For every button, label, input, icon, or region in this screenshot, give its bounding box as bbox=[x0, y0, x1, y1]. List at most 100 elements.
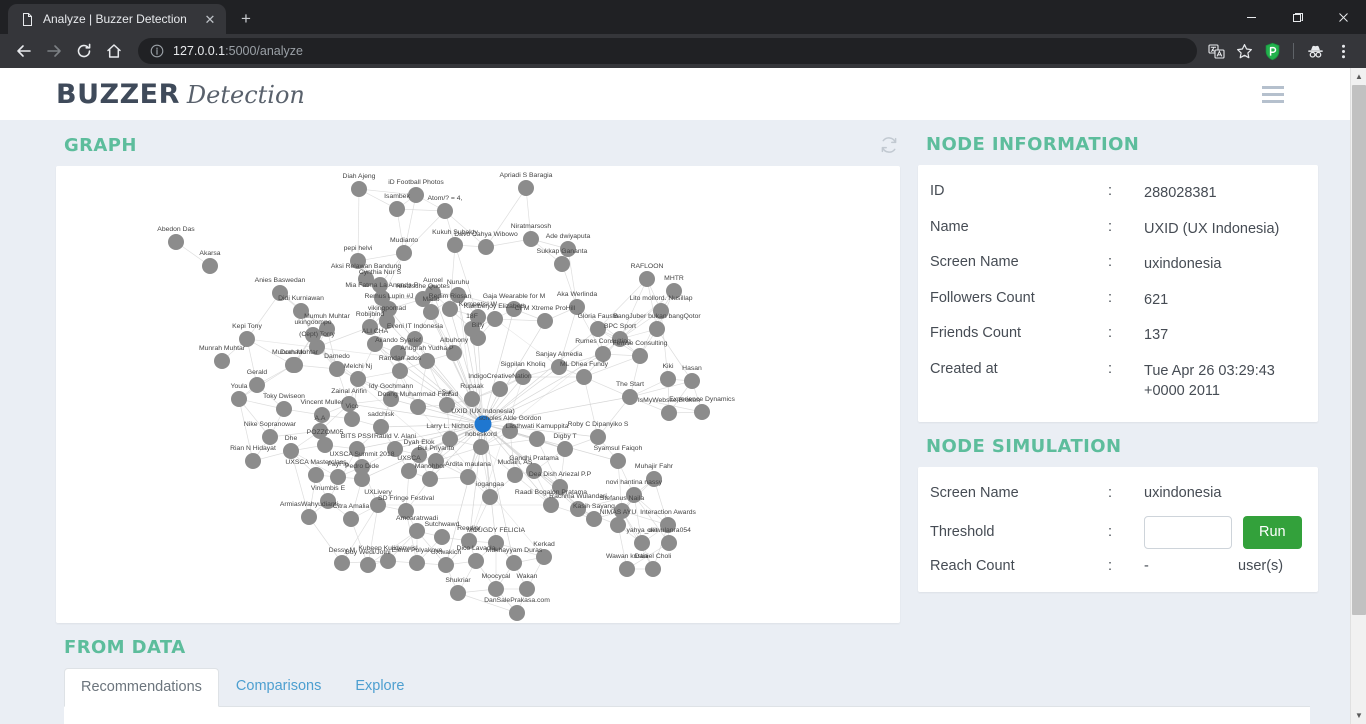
graph-node[interactable] bbox=[343, 511, 359, 527]
graph-node[interactable] bbox=[523, 231, 539, 247]
graph-node[interactable] bbox=[487, 311, 503, 327]
shield-icon[interactable] bbox=[1259, 38, 1285, 64]
graph-node[interactable] bbox=[408, 187, 424, 203]
graph-node[interactable] bbox=[694, 404, 710, 420]
graph-node[interactable] bbox=[464, 391, 480, 407]
graph-node[interactable] bbox=[509, 605, 525, 621]
graph-node[interactable] bbox=[442, 301, 458, 317]
graph-node[interactable] bbox=[482, 489, 498, 505]
graph-node[interactable] bbox=[488, 581, 504, 597]
three-dot-menu-icon[interactable] bbox=[1330, 38, 1356, 64]
graph-canvas[interactable]: Abedon Das Akarsa Anies Baswedan Didi Kurni… bbox=[56, 166, 900, 623]
reload-icon[interactable] bbox=[70, 37, 98, 65]
graph-node[interactable] bbox=[519, 581, 535, 597]
graph-node[interactable] bbox=[438, 557, 454, 573]
graph-node[interactable] bbox=[460, 469, 476, 485]
graph-node[interactable] bbox=[168, 234, 184, 250]
graph-node[interactable] bbox=[639, 271, 655, 287]
graph-node[interactable] bbox=[595, 346, 611, 362]
refresh-icon[interactable] bbox=[878, 134, 900, 156]
graph-node[interactable] bbox=[389, 201, 405, 217]
graph-node[interactable] bbox=[506, 555, 522, 571]
graph-node[interactable] bbox=[409, 555, 425, 571]
graph-node[interactable] bbox=[329, 361, 345, 377]
graph-node[interactable] bbox=[410, 399, 426, 415]
graph-node[interactable] bbox=[649, 321, 665, 337]
graph-node[interactable] bbox=[422, 471, 438, 487]
tab-recommendations[interactable]: Recommendations bbox=[64, 668, 219, 707]
plus-icon[interactable]: + bbox=[232, 5, 260, 33]
scrollbar-thumb[interactable] bbox=[1352, 85, 1366, 615]
graph-node[interactable] bbox=[468, 553, 484, 569]
translate-icon[interactable] bbox=[1203, 38, 1229, 64]
home-icon[interactable] bbox=[100, 37, 128, 65]
graph-node[interactable] bbox=[447, 237, 463, 253]
graph-node[interactable] bbox=[634, 535, 650, 551]
graph-node[interactable] bbox=[351, 181, 367, 197]
browser-tab[interactable]: Analyze | Buzzer Detection ✕ bbox=[8, 4, 226, 34]
graph-node[interactable] bbox=[301, 509, 317, 525]
minimize-icon[interactable] bbox=[1228, 0, 1274, 34]
app-logo[interactable]: BUZZER Detection bbox=[56, 79, 305, 110]
graph-node[interactable] bbox=[660, 371, 676, 387]
graph-node[interactable] bbox=[529, 431, 545, 447]
address-bar[interactable]: 127.0.0.1:5000/analyze bbox=[138, 38, 1197, 64]
threshold-input[interactable] bbox=[1144, 515, 1232, 549]
graph-node[interactable] bbox=[350, 371, 366, 387]
graph-node[interactable] bbox=[249, 377, 265, 393]
graph-node[interactable] bbox=[492, 381, 508, 397]
graph-node[interactable] bbox=[262, 429, 278, 445]
graph-node[interactable] bbox=[590, 429, 606, 445]
run-button[interactable]: Run bbox=[1243, 515, 1302, 549]
graph-node[interactable] bbox=[661, 405, 677, 421]
graph-node[interactable] bbox=[450, 585, 466, 601]
graph-node[interactable] bbox=[645, 561, 661, 577]
graph-node[interactable] bbox=[632, 348, 648, 364]
scroll-up-icon[interactable]: ▲ bbox=[1351, 68, 1366, 85]
graph-node[interactable] bbox=[308, 467, 324, 483]
tab-comparisons[interactable]: Comparisons bbox=[219, 667, 338, 706]
close-window-icon[interactable] bbox=[1320, 0, 1366, 34]
graph-node[interactable] bbox=[231, 391, 247, 407]
graph-node[interactable] bbox=[684, 373, 700, 389]
graph-node[interactable] bbox=[518, 180, 534, 196]
star-icon[interactable] bbox=[1231, 38, 1257, 64]
graph-node[interactable] bbox=[330, 469, 346, 485]
graph-node[interactable] bbox=[661, 535, 677, 551]
graph-node[interactable] bbox=[473, 439, 489, 455]
graph-node[interactable] bbox=[507, 467, 523, 483]
graph-node[interactable] bbox=[245, 453, 261, 469]
graph-node[interactable] bbox=[419, 353, 435, 369]
close-icon[interactable]: ✕ bbox=[202, 11, 218, 27]
graph-node[interactable] bbox=[554, 256, 570, 272]
graph-node[interactable] bbox=[360, 557, 376, 573]
graph-node[interactable] bbox=[334, 555, 350, 571]
graph-node[interactable] bbox=[409, 523, 425, 539]
graph-node[interactable] bbox=[437, 203, 453, 219]
graph-node[interactable] bbox=[557, 441, 573, 457]
graph-node[interactable] bbox=[619, 561, 635, 577]
graph-node[interactable] bbox=[610, 517, 626, 533]
maximize-icon[interactable] bbox=[1274, 0, 1320, 34]
graph-node[interactable] bbox=[537, 313, 553, 329]
incognito-hat-icon[interactable] bbox=[1302, 38, 1328, 64]
tab-explore[interactable]: Explore bbox=[338, 667, 421, 706]
graph-node[interactable] bbox=[622, 389, 638, 405]
graph-node[interactable] bbox=[576, 369, 592, 385]
graph-svg[interactable]: Abedon Das Akarsa Anies Baswedan Didi Kurni… bbox=[56, 166, 900, 623]
graph-node[interactable] bbox=[344, 411, 360, 427]
graph-node[interactable] bbox=[214, 353, 230, 369]
graph-node[interactable] bbox=[434, 529, 450, 545]
arrow-left-icon[interactable] bbox=[10, 37, 38, 65]
graph-node[interactable] bbox=[610, 453, 626, 469]
graph-node[interactable] bbox=[285, 357, 301, 373]
graph-node[interactable] bbox=[478, 239, 494, 255]
graph-node[interactable] bbox=[202, 258, 218, 274]
graph-node[interactable] bbox=[396, 245, 412, 261]
graph-node[interactable] bbox=[392, 363, 408, 379]
graph-node[interactable] bbox=[276, 401, 292, 417]
graph-node[interactable] bbox=[283, 443, 299, 459]
hamburger-menu-icon[interactable] bbox=[1258, 82, 1288, 107]
page-scrollbar[interactable]: ▲ ▼ bbox=[1350, 68, 1366, 724]
scroll-down-icon[interactable]: ▼ bbox=[1351, 707, 1366, 724]
